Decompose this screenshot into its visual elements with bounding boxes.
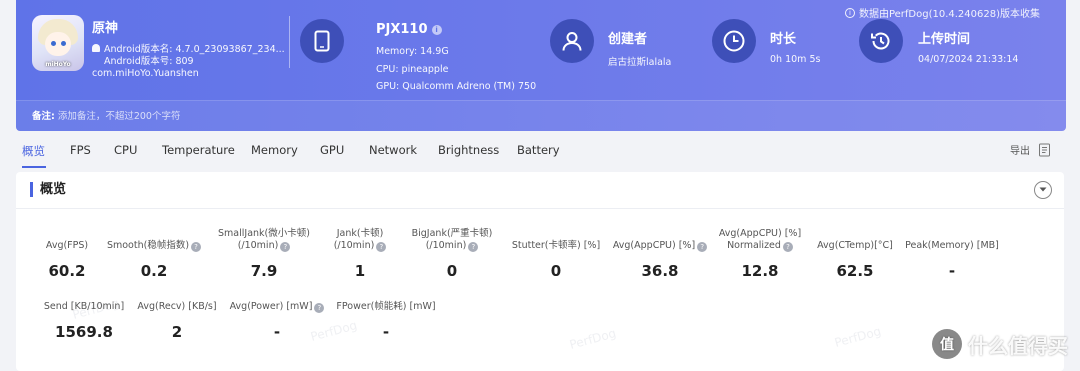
- tab-cpu[interactable]: CPU: [114, 143, 137, 157]
- metric-small-jank: SmallJank(微小卡顿) (/10min)? 7.9: [206, 228, 322, 286]
- app-name: 原神: [92, 21, 119, 36]
- device-memory: Memory: 14.9G: [376, 46, 449, 57]
- android-code: Android版本号: 809: [104, 56, 194, 67]
- tab-memory[interactable]: Memory: [251, 143, 298, 157]
- tab-gpu[interactable]: GPU: [320, 143, 344, 157]
- metric-label: Avg(AppCPU) [%]?: [610, 240, 710, 252]
- tab-battery[interactable]: Battery: [517, 143, 560, 157]
- remark-placeholder[interactable]: 添加备注，不超过200个字符: [58, 111, 181, 122]
- metric-value: 2: [171, 323, 183, 341]
- device-cpu: CPU: pineapple: [376, 64, 449, 75]
- metric-label: Avg(AppCPU) [%] Normalized?: [718, 228, 802, 252]
- metric-avg-app-cpu-normalized: Avg(AppCPU) [%] Normalized? 12.8: [712, 228, 808, 286]
- metric-label: Avg(Power) [mW]?: [222, 301, 332, 313]
- metric-send: Send [KB/10min] 1569.8: [36, 301, 132, 347]
- metric-label: Send [KB/10min]: [43, 301, 125, 312]
- metric-avg-ctemp: Avg(CTemp)[°C] 62.5: [810, 240, 900, 286]
- upload-value: 04/07/2024 21:33:14: [918, 54, 1019, 65]
- upload-title: 上传时间: [918, 32, 971, 47]
- metric-value: 0.2: [140, 262, 168, 280]
- metric-value: 36.8: [641, 262, 679, 280]
- help-icon[interactable]: ?: [191, 242, 202, 252]
- creator-value: 启古拉斯lalala: [608, 57, 672, 68]
- metric-value: -: [382, 323, 390, 341]
- metric-label: BigJank(严重卡顿) (/10min)?: [411, 228, 493, 252]
- document-icon: [1039, 143, 1050, 156]
- metric-value: 12.8: [741, 262, 779, 280]
- user-icon: [550, 19, 594, 63]
- metric-value: 60.2: [48, 262, 86, 280]
- package-name: com.miHoYo.Yuanshen: [92, 68, 199, 79]
- card-divider: [16, 208, 1064, 209]
- device-gpu: GPU: Qualcomm Adreno (TM) 750: [376, 81, 537, 92]
- metric-stutter: Stutter(卡顿率) [%] 0: [508, 240, 604, 286]
- history-icon: [859, 19, 903, 63]
- metric-avg-app-cpu: Avg(AppCPU) [%]? 36.8: [610, 240, 710, 286]
- app-icon-brand: miHoYo: [45, 61, 71, 68]
- device-name: PJX110 i: [376, 22, 442, 37]
- report-header: i 数据由PerfDog(10.4.240628)版本收集 miHoYo 原神 …: [16, 0, 1066, 131]
- help-icon[interactable]: ?: [782, 242, 793, 252]
- metric-value: 1569.8: [55, 323, 113, 341]
- metric-label: Avg(CTemp)[°C]: [817, 240, 893, 251]
- tab-bar: 概览 FPS CPU Temperature Memory GPU Networ…: [0, 132, 1080, 168]
- metric-fpower: FPower(帧能耗) [mW] -: [334, 301, 438, 347]
- overview-card: 概览 PerfDog PerfDog PerfDog PerfDog Avg(F…: [16, 172, 1064, 371]
- metric-value: 0: [550, 262, 562, 280]
- metric-label: SmallJank(微小卡顿) (/10min)?: [218, 228, 310, 252]
- watermark: PerfDog: [832, 324, 883, 350]
- tab-overview[interactable]: 概览: [22, 143, 45, 159]
- metric-label: Avg(FPS): [45, 240, 89, 251]
- help-icon[interactable]: ?: [376, 242, 387, 252]
- tab-brightness[interactable]: Brightness: [438, 143, 499, 157]
- metric-label: Smooth(稳帧指数)?: [104, 240, 204, 252]
- phone-icon: [300, 19, 344, 63]
- help-icon[interactable]: ?: [314, 303, 325, 313]
- tab-temperature[interactable]: Temperature: [162, 143, 235, 157]
- watermark: PerfDog: [567, 326, 618, 352]
- remark-field[interactable]: 备注: 添加备注，不超过200个字符: [32, 108, 180, 122]
- tab-fps[interactable]: FPS: [70, 143, 91, 157]
- active-tab-indicator: [22, 166, 46, 168]
- tab-network[interactable]: Network: [369, 143, 417, 157]
- creator-title: 创建者: [608, 32, 648, 47]
- logo-badge: 值: [932, 329, 962, 359]
- divider: [289, 16, 290, 68]
- metric-value: 62.5: [836, 262, 874, 280]
- metric-avg-power: Avg(Power) [mW]? -: [222, 301, 332, 347]
- logo-text: 什么值得买: [968, 333, 1068, 358]
- metric-label: Jank(卡顿) (/10min)?: [316, 228, 404, 252]
- metric-label: Peak(Memory) [MB]: [905, 240, 999, 251]
- metric-label: FPower(帧能耗) [mW]: [336, 301, 436, 312]
- card-title: 概览: [30, 182, 66, 197]
- metric-label: Stutter(卡顿率) [%]: [511, 240, 601, 251]
- device-info-icon[interactable]: i: [431, 24, 442, 35]
- app-icon: miHoYo: [32, 15, 84, 71]
- export-button[interactable]: 导出: [1010, 142, 1052, 157]
- metric-label: Avg(Recv) [KB/s]: [137, 301, 217, 312]
- metric-value: 1: [354, 262, 366, 280]
- metric-smooth: Smooth(稳帧指数)? 0.2: [104, 240, 204, 286]
- help-icon[interactable]: ?: [280, 242, 291, 252]
- android-icon: [92, 44, 100, 52]
- metric-value: 0: [446, 262, 458, 280]
- metric-big-jank: BigJank(严重卡顿) (/10min)? 0: [396, 228, 508, 286]
- metric-peak-memory: Peak(Memory) [MB] -: [900, 240, 1004, 286]
- metric-value: -: [273, 323, 281, 341]
- duration-title: 时长: [770, 32, 797, 47]
- duration-value: 0h 10m 5s: [770, 54, 821, 65]
- metric-value: -: [948, 262, 956, 280]
- site-watermark-logo: 值 什么值得买: [932, 329, 1068, 359]
- help-icon[interactable]: ?: [697, 242, 708, 252]
- collapse-button[interactable]: [1034, 181, 1052, 199]
- help-icon[interactable]: ?: [468, 242, 479, 252]
- metric-value: 7.9: [250, 262, 278, 280]
- metric-jank: Jank(卡顿) (/10min)? 1: [316, 228, 404, 286]
- source-note: i 数据由PerfDog(10.4.240628)版本收集: [844, 5, 1040, 20]
- metric-avg-fps: Avg(FPS) 60.2: [24, 240, 110, 286]
- clock-icon: [712, 19, 756, 63]
- info-icon: i: [844, 7, 855, 18]
- metric-avg-recv: Avg(Recv) [KB/s] 2: [132, 301, 222, 347]
- chevron-down-icon: [1039, 187, 1047, 192]
